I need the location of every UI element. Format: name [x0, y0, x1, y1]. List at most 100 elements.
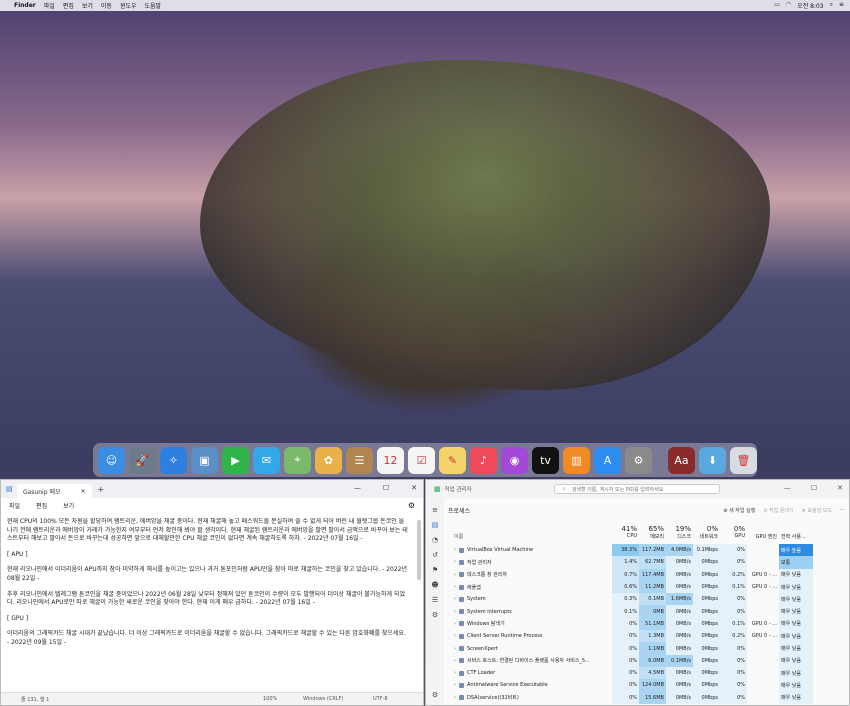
- launchpad-icon[interactable]: 🚀: [129, 446, 156, 474]
- maps-icon[interactable]: ⌖: [284, 446, 311, 474]
- menu-file[interactable]: 파일: [44, 1, 55, 10]
- search-input[interactable]: ⌕ 검색할 이름, 게시자 또는 PID를 입력하세요.: [554, 484, 720, 494]
- expand-chevron-icon[interactable]: ›: [454, 572, 456, 578]
- notepad-tab[interactable]: Gasunip 메모 ✕: [17, 484, 92, 498]
- photos-icon[interactable]: ✿: [315, 446, 342, 474]
- settings-gear-icon[interactable]: ⚙: [408, 501, 415, 510]
- maximize-icon[interactable]: ☐: [811, 484, 817, 492]
- table-row[interactable]: › 서비스 호스트: 연결된 디바이스 플랫폼 사용자 서비스_5... 0% 6.0…: [448, 654, 845, 667]
- menu-file[interactable]: 파일: [9, 501, 20, 510]
- processes-icon[interactable]: ▤: [432, 521, 439, 529]
- column-memory[interactable]: 65% 메모리: [639, 520, 666, 544]
- column-disk[interactable]: 19% 디스크: [666, 520, 693, 544]
- menu-help[interactable]: 도움말: [145, 1, 162, 10]
- messages-icon[interactable]: ✉: [253, 446, 280, 474]
- search-icon[interactable]: ⌕: [830, 1, 833, 10]
- menu-window[interactable]: 윈도우: [120, 1, 137, 10]
- expand-chevron-icon[interactable]: ›: [454, 646, 456, 652]
- table-row[interactable]: › VirtualBox Virtual Machine 38.3% 117.2MB 4…: [448, 544, 845, 557]
- cpu-value: 0.3%: [612, 593, 639, 606]
- expand-chevron-icon[interactable]: ›: [454, 682, 456, 688]
- more-options-icon[interactable]: ⋯: [840, 507, 845, 514]
- notes-icon[interactable]: ✎: [439, 446, 466, 474]
- column-gpu-engine[interactable]: GPU 엔진: [747, 520, 779, 544]
- close-icon[interactable]: ✕: [837, 484, 843, 492]
- end-task-button[interactable]: ⊘ 작업 끝내기: [763, 507, 793, 514]
- new-tab-icon[interactable]: +: [98, 485, 105, 494]
- app-history-icon[interactable]: ↺: [432, 551, 438, 559]
- table-row[interactable]: › System interrupts 0.1% 0MB 0MB/s 0Mbps 0% 매우 …: [448, 605, 845, 618]
- app-store-icon[interactable]: A: [594, 446, 621, 474]
- dictionary-icon[interactable]: Aa: [668, 446, 695, 474]
- contacts-icon[interactable]: ☰: [346, 446, 373, 474]
- podcasts-icon[interactable]: ◉: [501, 446, 528, 474]
- control-center-icon[interactable]: ≡: [839, 1, 844, 10]
- minimize-icon[interactable]: —: [354, 484, 361, 492]
- column-name[interactable]: 이름: [448, 533, 612, 544]
- expand-chevron-icon[interactable]: ›: [454, 559, 456, 565]
- menu-finder[interactable]: Finder: [14, 2, 36, 9]
- menu-view[interactable]: 보기: [63, 501, 74, 510]
- books-icon[interactable]: ▥: [563, 446, 590, 474]
- expand-chevron-icon[interactable]: ›: [454, 621, 456, 627]
- downloads-icon[interactable]: ⬇: [699, 446, 726, 474]
- table-row[interactable]: › 데스크톱 창 관리자 0.7% 117.4MB 0MB/s 0Mbps 0.2% GPU …: [448, 568, 845, 581]
- trash-icon[interactable]: 🗑: [730, 446, 757, 474]
- expand-chevron-icon[interactable]: ›: [454, 609, 456, 615]
- column-network[interactable]: 0% 네트워크: [693, 520, 720, 544]
- menu-edit[interactable]: 편집: [63, 1, 74, 10]
- network-value: 0Mbps: [693, 605, 720, 618]
- column-gpu[interactable]: 0% GPU: [720, 520, 747, 544]
- table-row[interactable]: › 작업 관리자 1.4% 62.7MB 0MB/s 0Mbps 0% 보통: [448, 556, 845, 569]
- column-power-usage[interactable]: 전력 사용...: [779, 520, 813, 544]
- settings-icon[interactable]: ⚙: [432, 691, 438, 699]
- tv-icon[interactable]: tv: [532, 446, 559, 474]
- expand-chevron-icon[interactable]: ›: [454, 658, 456, 664]
- run-new-task-button[interactable]: ⊕ 새 작업 실행: [723, 507, 755, 514]
- menu-go[interactable]: 이동: [101, 1, 112, 10]
- minimize-icon[interactable]: —: [784, 484, 791, 492]
- expand-chevron-icon[interactable]: ›: [454, 596, 456, 602]
- finder-icon[interactable]: ☺: [98, 446, 125, 474]
- wifi-icon[interactable]: ◠: [786, 1, 791, 10]
- menu-view[interactable]: 보기: [82, 1, 93, 10]
- expand-chevron-icon[interactable]: ›: [454, 633, 456, 639]
- table-row[interactable]: › Antimalware Service Executable 0% 124.0MB…: [448, 679, 845, 692]
- expand-chevron-icon[interactable]: ›: [454, 670, 456, 676]
- table-row[interactable]: › Windows 탐색기 0% 51.1MB 0MB/s 0Mbps 0.1% GPU 0 …: [448, 617, 845, 631]
- table-row[interactable]: › 애플앱 0.6% 11.2MB 0MB/s 0Mbps 0.1% GPU 0 - ... 매…: [448, 580, 845, 594]
- performance-icon[interactable]: ◔: [432, 536, 438, 544]
- expand-chevron-icon[interactable]: ›: [454, 584, 456, 590]
- table-row[interactable]: › ScreenXpert 0% 1.1MB 0MB/s 0Mbps 0% 매우 낮음: [448, 642, 845, 655]
- expand-chevron-icon[interactable]: ›: [454, 547, 456, 553]
- table-row[interactable]: › DSA(service)(32비트) 0% 15.6MB 0MB/s 0Mbps 0% 매…: [448, 691, 845, 704]
- efficiency-mode-button[interactable]: ❦ 효율성 모드: [802, 507, 832, 514]
- disk-value: 0MB/s: [666, 605, 693, 618]
- table-row[interactable]: › Client Server Runtime Process 0% 1.3MB 0MB…: [448, 630, 845, 643]
- facetime-icon[interactable]: ▶: [222, 446, 249, 474]
- clock[interactable]: 오전 8:03: [797, 1, 823, 10]
- close-tab-icon[interactable]: ✕: [80, 488, 85, 495]
- startup-icon[interactable]: ⚑: [432, 566, 438, 574]
- expand-chevron-icon[interactable]: ›: [454, 695, 456, 701]
- menu-edit[interactable]: 편집: [36, 501, 47, 510]
- details-icon[interactable]: ☰: [432, 596, 438, 604]
- music-icon[interactable]: ♪: [470, 446, 497, 474]
- table-row[interactable]: › System 0.3% 0.1MB 1.6MB/s 0Mbps 0% 매우 낮음: [448, 593, 845, 606]
- notepad-text-area[interactable]: 현재 CPU의 100% 모든 자원을 할당하여 램트리운, 에버앙을 채굴 중…: [7, 518, 409, 691]
- preview-icon[interactable]: ▣: [191, 446, 218, 474]
- reminders-icon[interactable]: ☑: [408, 446, 435, 474]
- system-preferences-icon[interactable]: ⚙: [625, 446, 652, 474]
- column-cpu[interactable]: 41% CPU: [612, 520, 639, 544]
- close-icon[interactable]: ✕: [411, 484, 417, 492]
- maximize-icon[interactable]: ☐: [383, 484, 389, 492]
- safari-icon[interactable]: ✧: [160, 446, 187, 474]
- services-icon[interactable]: ⚙: [432, 611, 438, 619]
- gpu-engine-value: [747, 679, 779, 691]
- hamburger-icon[interactable]: ≡: [432, 506, 438, 514]
- display-icon[interactable]: ▭: [774, 1, 780, 10]
- users-icon[interactable]: ☻: [431, 581, 438, 589]
- scrollbar-thumb[interactable]: [417, 520, 421, 580]
- calendar-icon[interactable]: 12: [377, 446, 404, 474]
- table-row[interactable]: › CTF Loader 0% 4.5MB 0MB/s 0Mbps 0% 매우 낮음: [448, 666, 845, 680]
